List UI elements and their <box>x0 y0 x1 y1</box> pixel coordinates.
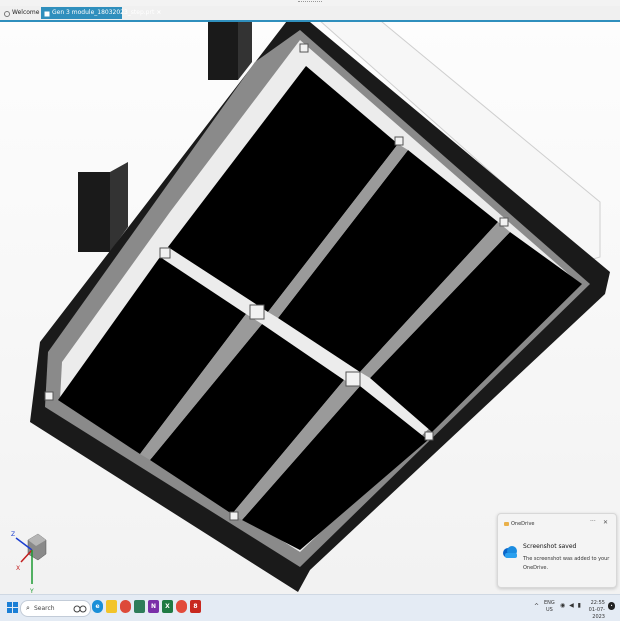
model-render <box>30 22 610 592</box>
connector-node <box>499 217 509 227</box>
window-grip[interactable] <box>298 1 322 5</box>
excel-icon[interactable]: X <box>162 600 173 613</box>
date: 01-07-2023 <box>588 607 605 620</box>
search-placeholder: Search <box>34 605 55 612</box>
tab-welcome-page[interactable]: Welcome Page <box>1 7 56 19</box>
triad-x-label: X <box>16 565 20 572</box>
file-explorer-icon[interactable] <box>106 600 117 613</box>
triad-z-label: Z <box>11 531 15 538</box>
app-icon-2[interactable] <box>176 600 187 613</box>
tab-close-icon[interactable]: × <box>156 7 161 19</box>
search-icon: ⌕ <box>26 604 30 612</box>
welcome-icon <box>4 10 10 17</box>
tab-label: Gen 3 module_18032023_step.prt <box>52 9 155 16</box>
lang-line: ENG <box>544 600 555 606</box>
onedrive-cloud-icon <box>503 546 517 558</box>
toast-app-name: OneDrive <box>511 521 535 527</box>
time: 22:55 <box>590 600 605 606</box>
top-bracket <box>208 22 238 80</box>
onedrive-app-icon <box>504 522 509 526</box>
edge-icon[interactable]: e <box>92 600 103 613</box>
connector-node <box>424 431 434 441</box>
windows-start-icon[interactable] <box>7 602 18 613</box>
3d-viewport[interactable]: Z X Y <box>0 22 620 596</box>
connector-node <box>159 247 171 259</box>
tray-overflow-icon[interactable]: ^ <box>534 603 539 610</box>
onenote-icon[interactable]: N <box>148 600 159 613</box>
language-indicator[interactable]: ENG US <box>544 600 555 614</box>
chrome-icon[interactable] <box>120 600 131 613</box>
app-icon[interactable] <box>134 600 145 613</box>
search-highlight-icon <box>73 605 87 613</box>
document-tab-bar: Welcome Page Gen 3 module_18032023_step.… <box>0 6 620 22</box>
connector-node <box>249 304 265 320</box>
connector-node <box>229 511 239 521</box>
tray-status-icons[interactable]: ◉ ◀ ▮ <box>560 602 582 609</box>
connector-node <box>394 136 404 146</box>
connector-node <box>44 391 54 401</box>
connector-node <box>299 43 309 53</box>
toast-body: The screenshot was added to your OneDriv… <box>523 556 610 571</box>
orientation-triad[interactable]: Z X Y <box>10 526 60 596</box>
left-bracket <box>78 172 110 252</box>
part-icon <box>44 10 50 17</box>
taskbar: ⌕ Search e N X 8 ^ ENG US ◉ ◀ ▮ 22:55 01-0… <box>0 594 620 621</box>
close-icon[interactable]: ✕ <box>603 519 608 526</box>
app-icon-3[interactable]: 8 <box>190 600 201 613</box>
more-icon[interactable]: ··· <box>590 518 596 525</box>
tab-part-file[interactable]: Gen 3 module_18032023_step.prt × <box>41 7 161 19</box>
lang-line: US <box>545 607 553 613</box>
notification-icon[interactable]: • <box>608 602 615 610</box>
toast-title: Screenshot saved <box>523 543 577 550</box>
taskbar-search[interactable]: ⌕ Search <box>20 600 91 617</box>
onedrive-notification[interactable]: OneDrive ··· ✕ Screenshot saved The scre… <box>497 513 617 588</box>
connector-node <box>345 371 361 387</box>
clock[interactable]: 22:55 01-07-2023 <box>583 600 605 621</box>
